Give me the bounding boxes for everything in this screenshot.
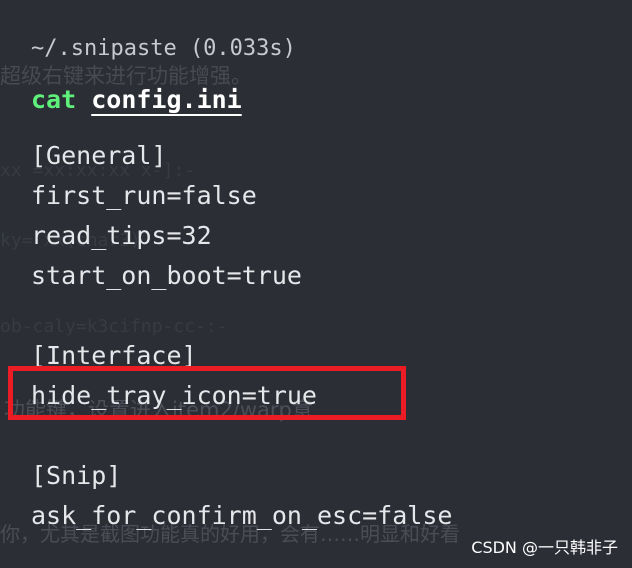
command-argument[interactable]: config.ini [91,85,242,114]
working-directory-line: ~/.snipaste (0.033s) [31,36,296,61]
terminal-window: 超级右键来进行功能增强。 xx =xx:xx:xx x-]:- ky= xx(c… [0,0,632,568]
command-line: cat config.ini [31,84,242,116]
output-line-read-tips: read_tips=32 [31,221,212,250]
output-line-section-snip: [Snip] [31,461,122,490]
output-line-section-general: [General] [31,141,167,170]
output-line-ask-for-confirm: ask_for_confirm_on_esc=false [31,501,453,530]
watermark: CSDN @一只韩非子 [471,538,618,557]
output-line-first-run: first_run=false [31,181,257,210]
background-ghost-text: ob-caly=k3cifnp-cc-:- [0,316,228,337]
output-line-start-on-boot: start_on_boot=true [31,261,302,290]
command-name: cat [31,85,77,114]
highlight-annotation-box [8,366,406,420]
